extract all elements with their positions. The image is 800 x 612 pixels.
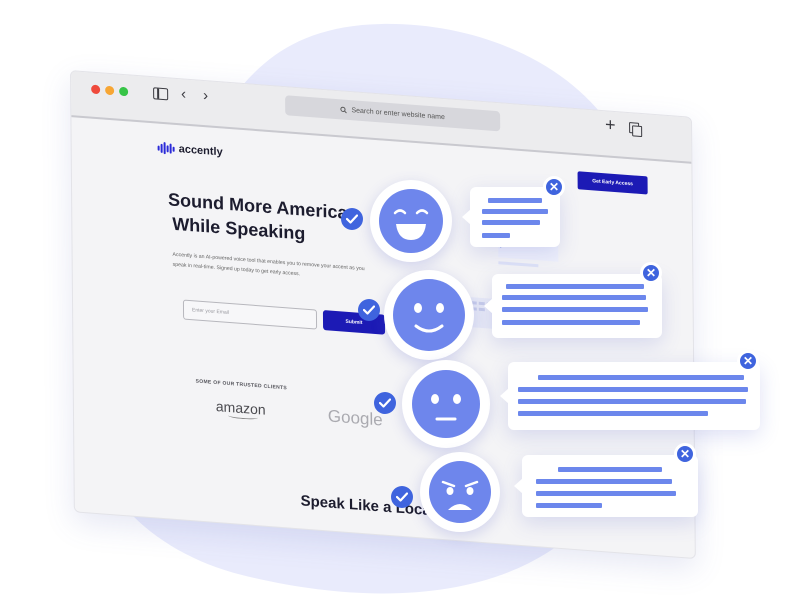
close-icon[interactable]: ✕ — [737, 350, 759, 372]
laughing-face-icon — [379, 189, 443, 253]
address-bar[interactable]: Search or enter website name — [285, 95, 501, 132]
close-icon[interactable]: ✕ — [543, 176, 565, 198]
feedback-bubble — [500, 362, 760, 430]
angry-face-icon — [429, 461, 491, 523]
trusted-clients-label: SOME OF OUR TRUSTED CLIENTS — [195, 378, 288, 392]
feedback-bubble — [484, 274, 662, 338]
search-icon — [340, 106, 348, 113]
sidebar-toggle-icon[interactable] — [153, 87, 169, 101]
copy-tab-icon[interactable] — [629, 122, 640, 134]
back-icon[interactable]: ‹ — [181, 83, 186, 105]
check-icon — [358, 299, 380, 321]
email-input[interactable]: Enter your Email — [182, 299, 318, 330]
maximize-window-dot[interactable] — [119, 86, 129, 97]
close-icon[interactable]: ✕ — [640, 262, 662, 284]
soundwave-icon — [157, 142, 175, 155]
check-icon — [391, 486, 413, 508]
smiling-emoji-card — [384, 270, 474, 360]
hero-description: Accently is an AI-powered voice tool tha… — [172, 251, 365, 278]
forward-icon[interactable]: › — [203, 85, 208, 107]
laughing-emoji-card — [370, 180, 452, 262]
brand-logo[interactable]: accently — [157, 142, 223, 159]
neutral-emoji-card — [402, 360, 490, 448]
address-placeholder: Search or enter website name — [351, 106, 445, 121]
feedback-bubble — [462, 187, 560, 247]
close-icon[interactable]: ✕ — [674, 443, 696, 465]
close-window-dot[interactable] — [91, 84, 101, 95]
check-icon — [374, 392, 396, 414]
amazon-logo: amazon — [215, 397, 266, 418]
google-logo: Google — [327, 406, 383, 430]
feedback-bubble — [514, 455, 698, 517]
minimize-window-dot[interactable] — [105, 85, 115, 96]
check-icon — [341, 208, 363, 230]
brand-name: accently — [178, 143, 223, 159]
get-early-access-button[interactable]: Get Early Access — [577, 171, 648, 195]
section-title: Speak Like a Local — [300, 492, 435, 520]
angry-emoji-card — [420, 452, 500, 532]
smiling-face-icon — [393, 279, 465, 351]
neutral-face-icon — [412, 370, 480, 438]
new-tab-icon[interactable]: + — [605, 113, 616, 136]
